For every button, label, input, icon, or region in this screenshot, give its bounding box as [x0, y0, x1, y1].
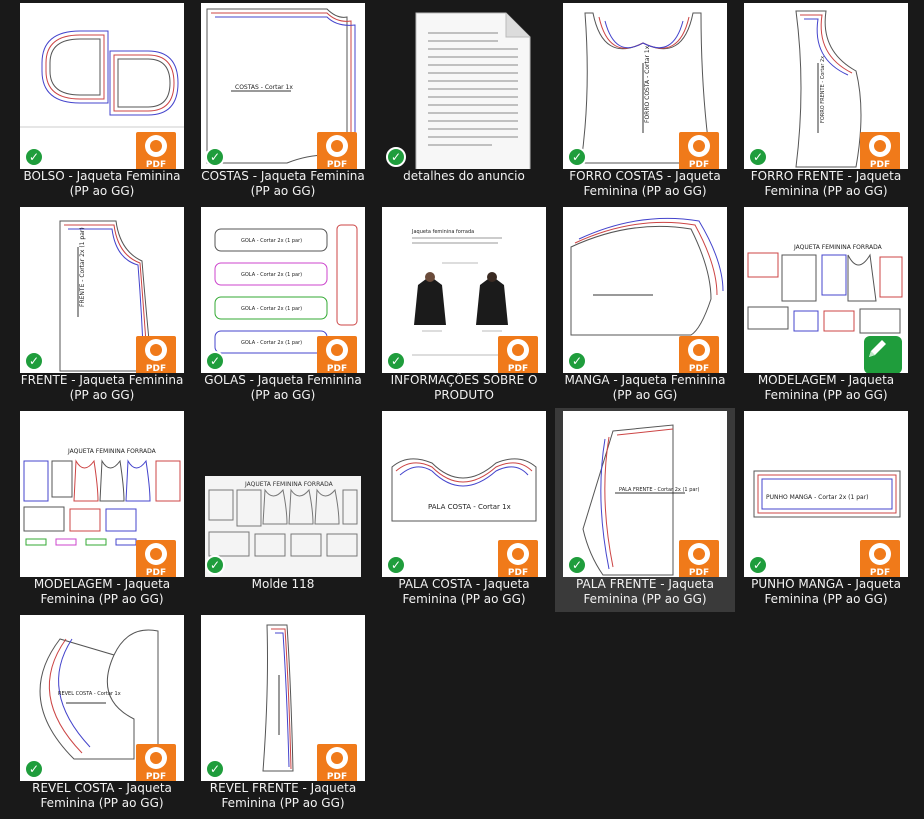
file-tile-forro-costas[interactable]: FORRO COSTA - Cortar 1x PDF ✓ FORRO COST…	[555, 0, 735, 204]
sync-status-icon: ✓	[386, 351, 406, 371]
file-thumbnail: GOLA - Cortar 2x (1 par) GOLA - Cortar 2…	[201, 207, 365, 373]
pdf-badge-icon: PDF	[498, 336, 538, 373]
pdf-badge-icon: PDF	[498, 540, 538, 577]
svg-text:REVEL COSTA - Cortar 1x: REVEL COSTA - Cortar 1x	[58, 691, 121, 697]
file-name: MODELAGEM - Jaqueta Feminina (PP ao GG)	[757, 373, 895, 402]
svg-text:GOLA - Cortar 2x (1 par): GOLA - Cortar 2x (1 par)	[241, 306, 302, 312]
file-tile-pala-frente[interactable]: PALA FRENTE - Cortar 2x (1 par) PDF ✓ PA…	[555, 408, 735, 612]
text-document-icon	[382, 3, 546, 169]
file-name: GOLAS - Jaqueta Feminina (PP ao GG)	[204, 373, 362, 402]
file-thumbnail: PDF	[563, 207, 727, 373]
sync-status-icon: ✓	[24, 759, 44, 779]
file-name: REVEL FRENTE - Jaqueta Feminina (PP ao G…	[209, 781, 357, 810]
file-tile-frente[interactable]: FRENTE - Cortar 2x (1 par) PDF ✓ FRENTE …	[12, 204, 192, 408]
sync-status-icon: ✓	[205, 147, 225, 167]
file-thumbnail: Jaqueta feminina forrada PDF	[382, 207, 546, 373]
file-tile-costas[interactable]: COSTAS - Cortar 1x PDF ✓ COSTAS - Jaquet…	[193, 0, 373, 204]
pdf-badge-icon: PDF	[860, 132, 900, 169]
file-tile-pala-costa[interactable]: PALA COSTA - Cortar 1x PDF ✓ PALA COSTA …	[374, 408, 554, 612]
pdf-badge-icon: PDF	[679, 132, 719, 169]
image-thumbnail: JAQUETA FEMININA FORRADA	[205, 476, 361, 577]
file-tile-molde[interactable]: JAQUETA FEMININA FORRADA ✓ Molde 118	[193, 408, 373, 612]
file-name: detalhes do anuncio	[403, 169, 525, 183]
svg-text:Jaqueta feminina forrada: Jaqueta feminina forrada	[411, 229, 474, 235]
svg-text:GOLA - Cortar 2x (1 par): GOLA - Cortar 2x (1 par)	[241, 272, 302, 278]
pdf-badge-icon: PDF	[136, 132, 176, 169]
sync-status-icon: ✓	[24, 351, 44, 371]
svg-text:JAQUETA FEMININA FORRADA: JAQUETA FEMININA FORRADA	[244, 481, 334, 488]
svg-text:JAQUETA FEMININA FORRADA: JAQUETA FEMININA FORRADA	[793, 244, 883, 251]
file-thumbnail: FORRO FRENTE - Cortar 2x PDF	[744, 3, 908, 169]
pdf-badge-icon: PDF	[136, 540, 176, 577]
pdf-badge-icon: PDF	[317, 744, 357, 781]
svg-text:COSTAS - Cortar 1x: COSTAS - Cortar 1x	[235, 84, 293, 91]
file-thumbnail: REVEL COSTA - Cortar 1x PDF	[20, 615, 184, 781]
file-name: PALA FRENTE - Jaqueta Feminina (PP ao GG…	[576, 577, 714, 606]
pdf-badge-icon: PDF	[679, 540, 719, 577]
sync-status-icon: ✓	[567, 147, 587, 167]
file-name: INFORMAÇÕES SOBRE O PRODUTO	[390, 373, 538, 402]
file-tile-modelagem-2[interactable]: JAQUETA FEMININA FORRADA PDF MODELAGEM -…	[12, 408, 192, 612]
file-name: FORRO COSTAS - Jaqueta Feminina (PP ao G…	[569, 169, 721, 198]
file-tile-forro-frente[interactable]: FORRO FRENTE - Cortar 2x PDF ✓ FORRO FRE…	[736, 0, 916, 204]
file-thumbnail: PALA FRENTE - Cortar 2x (1 par) PDF	[563, 411, 727, 577]
sync-status-icon: ✓	[386, 555, 406, 575]
svg-text:GOLA - Cortar 2x (1 par): GOLA - Cortar 2x (1 par)	[241, 238, 302, 244]
file-name: REVEL COSTA - Jaqueta Feminina (PP ao GG…	[32, 781, 172, 810]
svg-text:PUNHO MANGA - Cortar 2x (1 par: PUNHO MANGA - Cortar 2x (1 par)	[766, 494, 869, 501]
file-name: COSTAS - Jaqueta Feminina (PP ao GG)	[201, 169, 365, 198]
file-thumbnail: JAQUETA FEMININA FORRADA PDF	[20, 411, 184, 577]
file-thumbnail: PDF	[201, 615, 365, 781]
svg-text:PALA FRENTE - Cortar 2x (1 par: PALA FRENTE - Cortar 2x (1 par)	[619, 487, 699, 493]
file-tile-revel-costa[interactable]: REVEL COSTA - Cortar 1x PDF ✓ REVEL COST…	[12, 612, 192, 816]
sync-status-icon: ✓	[748, 147, 768, 167]
file-tile-punho-manga[interactable]: PUNHO MANGA - Cortar 2x (1 par) PDF ✓ PU…	[736, 408, 916, 612]
sync-status-icon: ✓	[205, 759, 225, 779]
file-thumbnail: JAQUETA FEMININA FORRADA	[744, 207, 908, 373]
svg-text:FORRO FRENTE - Cortar 2x: FORRO FRENTE - Cortar 2x	[820, 56, 826, 123]
file-name: MODELAGEM - Jaqueta Feminina (PP ao GG)	[33, 577, 171, 606]
file-thumbnail: FORRO COSTA - Cortar 1x PDF	[563, 3, 727, 169]
svg-text:GOLA - Cortar 2x (1 par): GOLA - Cortar 2x (1 par)	[241, 340, 302, 346]
pdf-badge-icon: PDF	[679, 336, 719, 373]
file-tile-revel-frente[interactable]: PDF ✓ REVEL FRENTE - Jaqueta Feminina (P…	[193, 612, 373, 816]
pdf-badge-icon: PDF	[317, 336, 357, 373]
sync-status-icon: ✓	[567, 351, 587, 371]
file-name: FORRO FRENTE - Jaqueta Feminina (PP ao G…	[750, 169, 902, 198]
sync-status-icon: ✓	[205, 351, 225, 371]
sync-status-icon: ✓	[24, 147, 44, 167]
sync-status-icon: ✓	[748, 555, 768, 575]
file-thumbnail: PALA COSTA - Cortar 1x PDF	[382, 411, 546, 577]
svg-text:JAQUETA FEMININA FORRADA: JAQUETA FEMININA FORRADA	[67, 448, 157, 455]
file-tile-manga[interactable]: PDF ✓ MANGA - Jaqueta Feminina (PP ao GG…	[555, 204, 735, 408]
sync-status-icon: ✓	[205, 555, 225, 575]
pdf-badge-icon: PDF	[860, 540, 900, 577]
file-name: PALA COSTA - Jaqueta Feminina (PP ao GG)	[398, 577, 530, 606]
pdf-badge-icon: PDF	[317, 132, 357, 169]
pdf-badge-icon: PDF	[136, 336, 176, 373]
file-thumbnail: COSTAS - Cortar 1x PDF	[201, 3, 365, 169]
file-tile-informacoes[interactable]: Jaqueta feminina forrada PDF ✓ INFORMAÇÕ…	[374, 204, 554, 408]
svg-text:FORRO COSTA - Cortar 1x: FORRO COSTA - Cortar 1x	[644, 45, 651, 123]
file-tile-golas[interactable]: GOLA - Cortar 2x (1 par) GOLA - Cortar 2…	[193, 204, 373, 408]
file-name: BOLSO - Jaqueta Feminina (PP ao GG)	[23, 169, 181, 198]
file-name: MANGA - Jaqueta Feminina (PP ao GG)	[564, 373, 726, 402]
file-thumbnail: PUNHO MANGA - Cortar 2x (1 par) PDF	[744, 411, 908, 577]
file-name: PUNHO MANGA - Jaqueta Feminina (PP ao GG…	[751, 577, 901, 606]
file-name: FRENTE - Jaqueta Feminina (PP ao GG)	[20, 373, 184, 402]
sync-status-icon: ✓	[386, 147, 406, 167]
pencil-edit-icon	[864, 336, 902, 373]
svg-text:PALA COSTA - Cortar 1x: PALA COSTA - Cortar 1x	[428, 503, 511, 511]
file-thumbnail: PDF	[20, 3, 184, 169]
file-tile-modelagem-1[interactable]: JAQUETA FEMININA FORRADA MODELAGEM - Jaq…	[736, 204, 916, 408]
file-name: Molde 118	[251, 577, 315, 591]
file-tile-detalhes[interactable]: ✓ detalhes do anuncio	[374, 0, 554, 204]
svg-text:FRENTE - Cortar 2x (1 par): FRENTE - Cortar 2x (1 par)	[79, 227, 86, 307]
sync-status-icon: ✓	[567, 555, 587, 575]
file-tile-bolso[interactable]: PDF ✓ BOLSO - Jaqueta Feminina (PP ao GG…	[12, 0, 192, 204]
file-thumbnail: FRENTE - Cortar 2x (1 par) PDF	[20, 207, 184, 373]
pdf-badge-icon: PDF	[136, 744, 176, 781]
